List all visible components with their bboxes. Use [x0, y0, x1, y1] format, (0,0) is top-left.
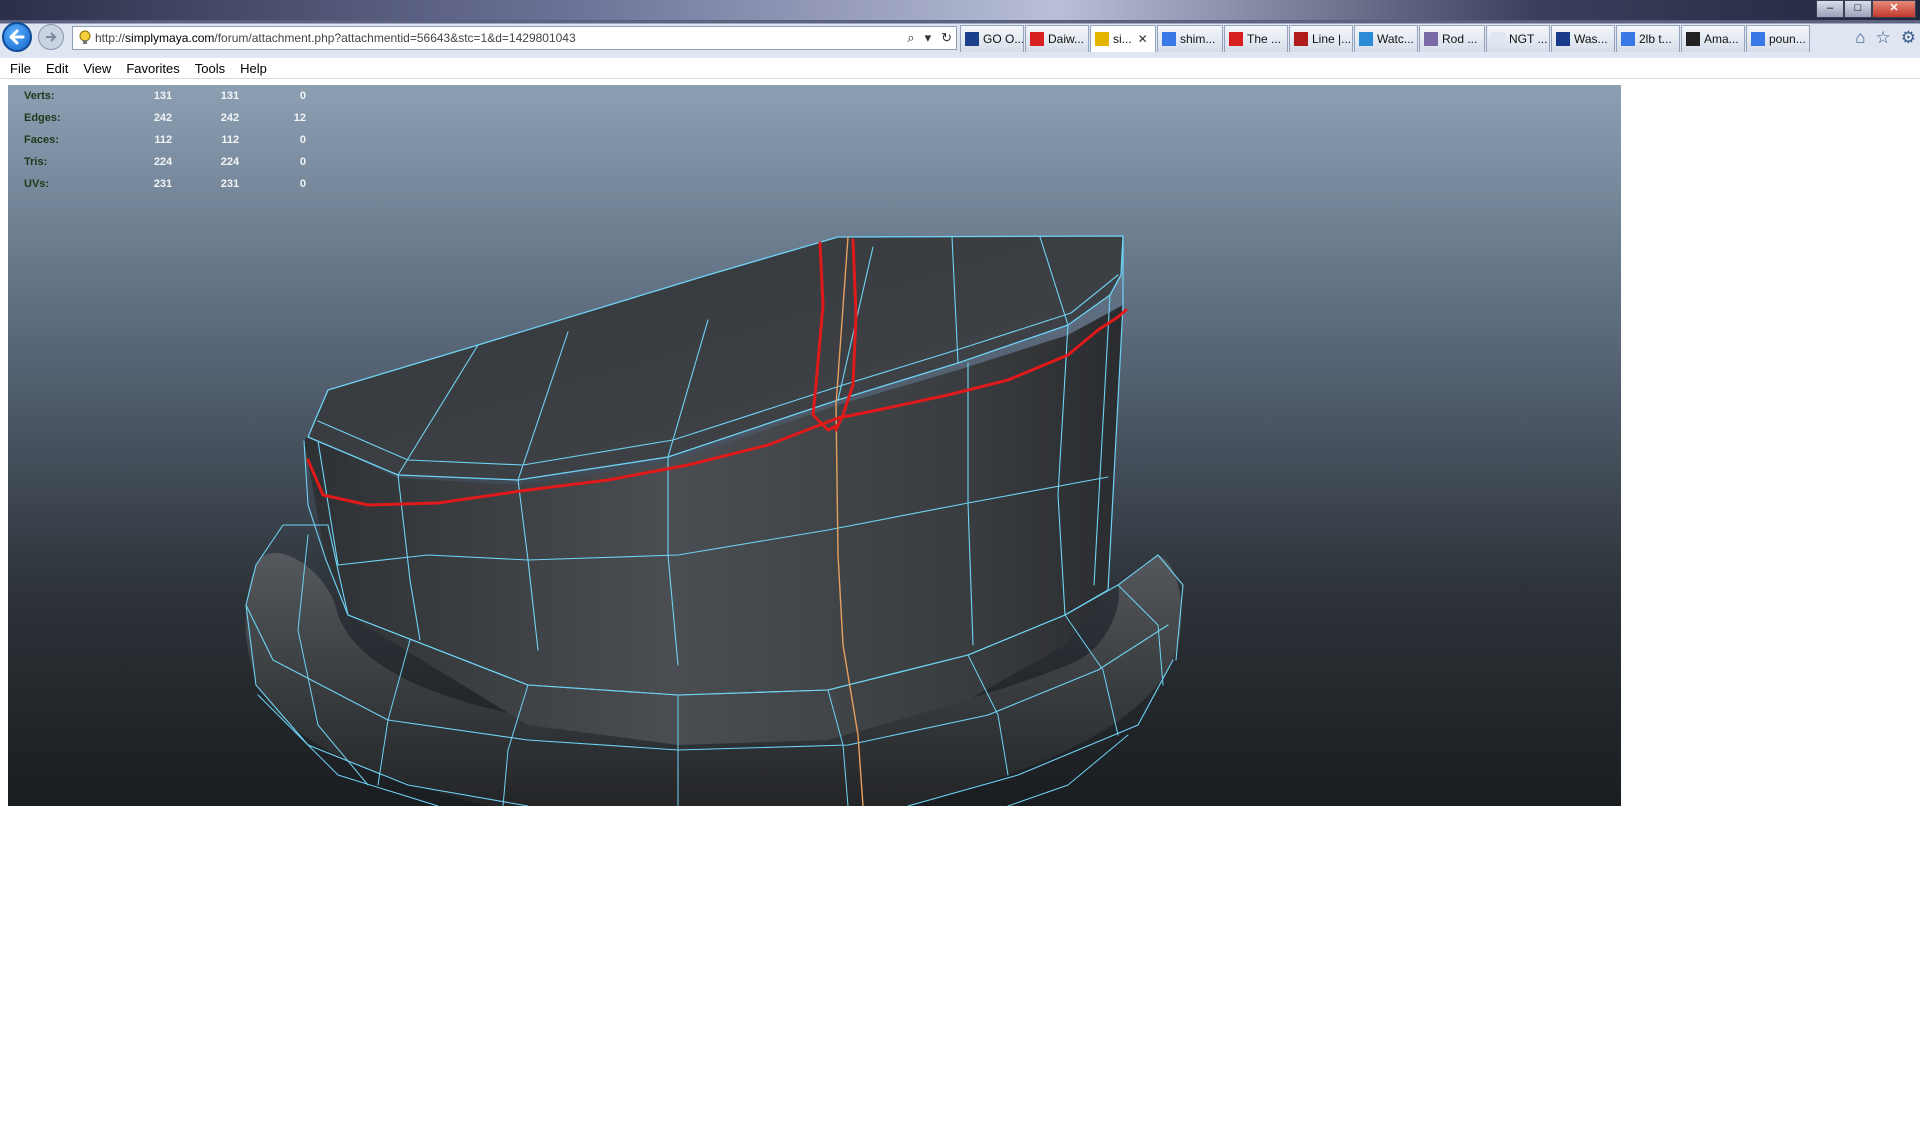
tab-3[interactable]: shim...	[1157, 25, 1223, 52]
hud-row-edges: Edges: 242 242 12	[16, 107, 306, 129]
forward-button[interactable]	[38, 24, 64, 50]
google-icon	[1162, 32, 1176, 46]
hud-value: 112	[154, 134, 173, 146]
tab-label: Ama...	[1704, 32, 1739, 46]
ad-icon	[1294, 32, 1308, 46]
tab-10[interactable]: 2lb t...	[1616, 25, 1680, 52]
tab-label: poun...	[1769, 32, 1806, 46]
tab-8[interactable]: NGT ...	[1486, 25, 1550, 52]
tab-label: Was...	[1574, 32, 1608, 46]
bulb-icon	[1095, 32, 1109, 46]
blank-icon	[1491, 32, 1505, 46]
tab-12[interactable]: poun...	[1746, 25, 1810, 52]
hud-row-uvs: UVs: 231 231 0	[16, 173, 306, 195]
hud-value: 242	[153, 112, 173, 124]
tab-2[interactable]: si... ✕	[1090, 25, 1156, 52]
forward-arrow-icon	[46, 32, 57, 42]
address-bar[interactable]: http://simplymaya.com/forum/attachment.p…	[72, 26, 957, 50]
google-icon	[1751, 32, 1765, 46]
tab-strip: GO O... Daiw... si... ✕ shim... The ... Line |…	[960, 25, 1811, 52]
tab-6[interactable]: Watc...	[1354, 25, 1418, 52]
tab-label: si...	[1113, 32, 1132, 46]
hud-row-tris: Tris: 224 224 0	[16, 151, 306, 173]
url-prefix: http://	[95, 31, 126, 45]
tab-4[interactable]: The ...	[1224, 25, 1288, 52]
hud-row-verts: Verts: 131 131 0	[16, 85, 306, 107]
hud-value: 0	[299, 90, 307, 102]
menu-edit[interactable]: Edit	[46, 61, 68, 76]
hud-label: Tris:	[24, 156, 48, 168]
hud-label: Faces:	[24, 134, 59, 146]
dropdown-arrow-icon[interactable]: ▾	[925, 30, 932, 46]
hud-value: 242	[220, 112, 240, 124]
hud-value: 231	[153, 178, 173, 190]
daiwa-icon	[1030, 32, 1044, 46]
hud-value: 231	[220, 178, 240, 190]
tab-label: Line |...	[1312, 32, 1352, 46]
poly-count-hud: Verts: 131 131 0 Edges: 242 242 12 Faces…	[16, 85, 306, 195]
hud-value: 0	[299, 178, 307, 190]
tab-7[interactable]: Rod ...	[1419, 25, 1485, 52]
menu-file[interactable]: File	[10, 61, 31, 76]
window-glass	[0, 0, 1920, 20]
close-tab-icon[interactable]: ✕	[1138, 32, 1148, 46]
hud-value: 224	[220, 156, 240, 168]
tab-label: The ...	[1247, 32, 1282, 46]
fish-icon	[1424, 32, 1438, 46]
site-bulb-icon	[79, 30, 91, 44]
tab-label: 2lb t...	[1639, 32, 1672, 46]
maya-viewport-image: Verts: 131 131 0 Edges: 242 242 12 Faces…	[8, 85, 1621, 806]
tab-label: Daiw...	[1048, 32, 1085, 46]
menu-favorites[interactable]: Favorites	[126, 61, 179, 76]
tab-5[interactable]: Line |...	[1289, 25, 1353, 52]
tab-1[interactable]: Daiw...	[1025, 25, 1089, 52]
url-path: /forum/attachment.php?attachmentid=56643…	[214, 31, 576, 45]
back-arrow-icon	[9, 29, 25, 45]
hud-value: 12	[293, 112, 307, 124]
url-text: http://simplymaya.com/forum/attachment.p…	[95, 31, 576, 45]
ie-icon	[1359, 32, 1373, 46]
window-controls: – □ ✕	[1816, 0, 1916, 18]
youtube-icon	[1229, 32, 1243, 46]
menu-view[interactable]: View	[83, 61, 111, 76]
search-icon[interactable]: ⌕	[907, 30, 914, 46]
browser-title-bar: http://simplymaya.com/forum/attachment.p…	[0, 0, 1920, 58]
hud-value: 0	[299, 156, 307, 168]
hud-value: 224	[153, 156, 173, 168]
tab-label: shim...	[1180, 32, 1216, 46]
home-icon[interactable]: ⌂	[1855, 28, 1865, 48]
go-icon	[965, 32, 979, 46]
amazon-icon	[1686, 32, 1700, 46]
menu-bar: File Edit View Favorites Tools Help	[0, 58, 1920, 79]
hud-label: Verts:	[24, 90, 55, 102]
gear-icon[interactable]: ⚙	[1901, 28, 1916, 48]
toolbar-icons: ⌂ ☆ ⚙	[1855, 28, 1916, 48]
back-button[interactable]	[2, 22, 32, 52]
url-domain: simplymaya.com	[125, 31, 215, 45]
close-window-button[interactable]: ✕	[1872, 0, 1916, 18]
hud-label: UVs:	[24, 178, 50, 190]
hud-value: 0	[299, 134, 307, 146]
tab-label: Watc...	[1377, 32, 1414, 46]
tab-label: Rod ...	[1442, 32, 1478, 46]
sf-icon	[1556, 32, 1570, 46]
hud-row-faces: Faces: 112 112 0	[16, 129, 306, 151]
hud-value: 112	[221, 134, 240, 146]
hud-value: 131	[220, 90, 240, 102]
tab-9[interactable]: Was...	[1551, 25, 1615, 52]
refresh-icon[interactable]: ↻	[941, 30, 952, 46]
menu-tools[interactable]: Tools	[195, 61, 225, 76]
hud-label: Edges:	[24, 112, 61, 124]
tab-0[interactable]: GO O...	[960, 25, 1024, 52]
tab-11[interactable]: Ama...	[1681, 25, 1745, 52]
tab-label: GO O...	[983, 32, 1024, 46]
menu-help[interactable]: Help	[240, 61, 267, 76]
minimize-button[interactable]: –	[1816, 0, 1844, 18]
google-icon	[1621, 32, 1635, 46]
maximize-button[interactable]: □	[1844, 0, 1872, 18]
tab-label: NGT ...	[1509, 32, 1548, 46]
favorites-star-icon[interactable]: ☆	[1876, 28, 1891, 48]
hud-value: 131	[153, 90, 173, 102]
